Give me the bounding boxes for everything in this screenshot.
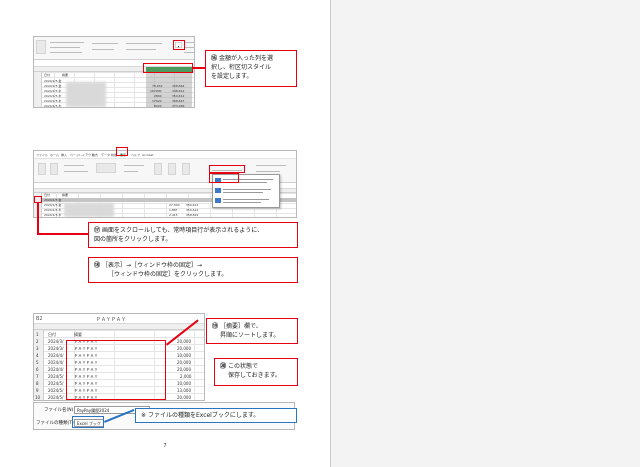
amount-cell: 20,000 xyxy=(177,339,191,344)
row-number: 10 xyxy=(35,395,41,400)
date-cell: 2024/3/ xyxy=(48,346,64,351)
amount-cell: 10,000 xyxy=(177,353,191,358)
date-cell: 2024/1/5 金 xyxy=(44,198,62,202)
amount-cell: 78,032 xyxy=(152,84,163,88)
date-cell: 2024/1/5 金 xyxy=(44,203,62,207)
callout-step-16: ⑯ 金額が入った列を選 択し、桁区切スタイル を設定します。 xyxy=(205,50,297,87)
date-cell: 2024/4/ xyxy=(48,367,64,372)
callout-step-18: ⑱ ［表示］→［ウィンドウ枠の固定］→ ［ウィンドウ枠の固定］をクリックします。 xyxy=(88,257,298,283)
row-number: 6 xyxy=(36,367,39,372)
date-cell: 2024/1/5 木 xyxy=(44,99,62,103)
date-cell: 2024/1/5 木 xyxy=(44,208,62,212)
highlight-summary-column xyxy=(66,340,166,400)
callout-step-17: ⑰ 画面をスクロールしても、常時項目行が表示されるように、 図の箇所をクリックし… xyxy=(88,222,298,248)
date-cell: 2024/3/ xyxy=(48,339,64,344)
name-box[interactable]: B2 xyxy=(36,316,43,322)
row-number: 9 xyxy=(36,388,39,393)
menu-data[interactable]: データ xyxy=(101,153,110,157)
date-cell: 2024/5/ xyxy=(48,388,64,393)
formula-content: ＰＡＹＰＡＹ xyxy=(96,317,127,323)
highlight-amount-columns xyxy=(143,63,193,73)
amount-cell: 13,000 xyxy=(177,388,191,393)
amount-cell: 20,000 xyxy=(177,367,191,372)
menu-insert[interactable]: 挿入 xyxy=(61,153,67,157)
date-cell: 2024/5/ xyxy=(48,381,64,386)
page-number: 7 xyxy=(163,443,167,449)
amount-cell: 167000 xyxy=(150,89,162,93)
callout-note: ※ ファイルの種類をExcelブックにします。 xyxy=(135,408,297,423)
highlight-cell-a2 xyxy=(34,196,42,203)
balance-cell: 348,612 xyxy=(172,89,185,93)
menu-help[interactable]: ヘルプ xyxy=(131,153,140,157)
date-cell: 2024/4/ xyxy=(48,353,64,358)
date-cell: 2024/5/ xyxy=(48,374,64,379)
menu-acrobat[interactable]: Acrobat xyxy=(142,153,154,157)
header-date: 日付 xyxy=(44,73,51,77)
filetype-label: ファイルの種類(T): xyxy=(36,421,76,426)
amount-cell: 17620 xyxy=(152,99,162,103)
date-cell: 2024/5/ xyxy=(48,395,64,400)
formula-bar[interactable]: B2 ＰＡＹＰＡＹ xyxy=(34,314,204,324)
balance-cell: 350,612 xyxy=(172,94,185,98)
menu-bar: ファイル ホーム 挿入 ページレイアウト 数式 データ 校閲 表示 ヘルプ Ac… xyxy=(34,151,296,159)
highlight-freeze-button xyxy=(209,165,245,173)
highlight-view-tab xyxy=(116,147,128,156)
row-number: 3 xyxy=(36,346,39,351)
balance-cell: 373,066 xyxy=(172,104,185,108)
row-number: 2 xyxy=(36,339,39,344)
header-summary: 摘要 xyxy=(62,193,69,197)
filename-label: ファイル名(N): xyxy=(44,408,75,413)
menu-home[interactable]: ホーム xyxy=(50,153,59,157)
amount-cell: 2,000 xyxy=(180,374,192,379)
amount-cell: 20,000 xyxy=(177,346,191,351)
row-number: 7 xyxy=(36,374,39,379)
row-number: 8 xyxy=(36,381,39,386)
date-cell: 2024/4/ xyxy=(48,360,64,365)
amount-cell: 10,000 xyxy=(177,381,191,386)
header-date: 日付 xyxy=(44,193,51,197)
date-cell: 2024/1/5 金 xyxy=(44,84,62,88)
menu-file[interactable]: ファイル xyxy=(36,153,48,157)
header-summary: 摘要 xyxy=(74,332,82,337)
header-date: 日付 xyxy=(48,332,56,337)
date-cell: 2024/1/5 木 xyxy=(44,94,62,98)
row-number: 1 xyxy=(36,332,39,337)
amount-cell: 2860 xyxy=(154,94,162,98)
highlight-comma-button xyxy=(173,40,185,50)
row-number: 5 xyxy=(36,360,39,365)
callout-step-19: ⑲ ［摘要］欄で、 昇順にソートします。 xyxy=(206,318,298,344)
date-cell: 2024/1/5 木 xyxy=(44,104,62,108)
highlight-filetype xyxy=(72,416,104,428)
row-number: 4 xyxy=(36,353,39,358)
date-cell: 2024/1/5 木 xyxy=(44,213,62,217)
highlight-freeze-item xyxy=(209,173,239,183)
menu-formulas[interactable]: 数式 xyxy=(92,153,98,157)
header-summary: 摘要 xyxy=(62,73,69,77)
ribbon: , xyxy=(34,37,194,60)
callout-step-20: ⑳ この状態で 保存しておきます。 xyxy=(214,358,298,386)
manual-page: , 日付 摘要 2024/1/5 金 2024/1/5 金 2024/1/5 木… xyxy=(0,0,330,467)
blank-pane xyxy=(330,0,640,467)
balance-cell: 308,647 xyxy=(172,99,185,103)
amount-cell: 8022 xyxy=(154,104,162,108)
date-cell: 2024/1/5 金 xyxy=(44,79,62,83)
excel-screenshot-2: ファイル ホーム 挿入 ページレイアウト 数式 データ 校閲 表示 ヘルプ Ac… xyxy=(33,150,297,218)
amount-cell: 20,000 xyxy=(177,395,191,400)
menu-page-layout[interactable]: ページレイアウト xyxy=(70,153,94,157)
date-cell: 2024/1/5 木 xyxy=(44,89,62,93)
amount-cell: 20,000 xyxy=(177,360,191,365)
balance-cell: 308,844 xyxy=(172,84,185,88)
